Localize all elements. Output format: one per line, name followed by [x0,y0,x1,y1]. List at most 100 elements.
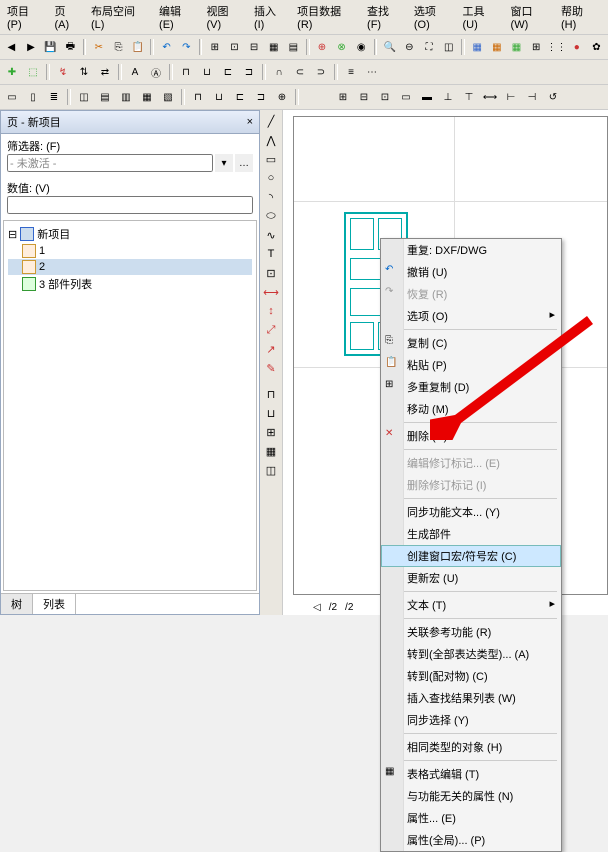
tb-snap-icon[interactable]: ⊞ [527,37,546,57]
tab-list[interactable]: 列表 [33,594,76,614]
tb3-j-icon[interactable]: ⊏ [230,87,250,107]
tree-root[interactable]: ⊟ 新项目 [8,225,252,243]
ctx-createwin[interactable]: 创建窗口宏/符号宏 (C) [381,545,561,567]
menu-view[interactable]: 视图 (V) [204,2,249,32]
vt-rect-icon[interactable]: ▭ [262,150,280,168]
vt-m3-icon[interactable]: ⊞ [262,423,280,441]
tb2-k-icon[interactable]: ∩ [269,62,289,82]
tb-b-icon[interactable]: ⊡ [225,37,244,57]
ctx-sameobj[interactable]: 相同类型的对象 (H) [381,736,561,758]
ctx-move[interactable]: 移动 (M) [381,398,561,420]
tb-k-icon[interactable]: ▦ [507,37,526,57]
ctx-dup[interactable]: ⊞多重复制 (D) [381,376,561,398]
menu-options[interactable]: 选项 (O) [411,2,458,32]
filter-opt-icon[interactable]: … [235,154,253,172]
ctx-options[interactable]: 选项 (O)▸ [381,305,561,327]
tb-n-icon[interactable]: ✿ [587,37,606,57]
tb3-f-icon[interactable]: ▦ [137,87,157,107]
tb2-a-icon[interactable]: ✚ [2,62,22,82]
vt-line-icon[interactable]: ╱ [262,112,280,130]
vt-dimr-icon[interactable]: ↗ [262,340,280,358]
menu-help[interactable]: 帮助 (H) [558,2,604,32]
tb2-j-icon[interactable]: ⊐ [239,62,259,82]
tb3-u-icon[interactable]: ⊢ [501,87,521,107]
tb-paste-icon[interactable]: 📋 [129,37,148,57]
tb-a-icon[interactable]: ⊞ [205,37,224,57]
ctx-genpart[interactable]: 生成部件 [381,523,561,545]
vt-m1-icon[interactable]: ⊓ [262,385,280,403]
ctx-paste[interactable]: 📋粘贴 (P) [381,354,561,376]
tb-j-icon[interactable]: ▦ [488,37,507,57]
tb3-c-icon[interactable]: ◫ [74,87,94,107]
tb3-i-icon[interactable]: ⊔ [209,87,229,107]
tb2-m-icon[interactable]: ⊃ [311,62,331,82]
ctx-syncfunc[interactable]: 同步功能文本... (Y) [381,501,561,523]
tb-l-icon[interactable]: ⋮⋮ [546,37,566,57]
tb-print-icon[interactable]: 🖶 [61,37,80,57]
vt-dimv-icon[interactable]: ↕ [262,302,280,320]
tb3-n-icon[interactable]: ⊟ [354,87,374,107]
menu-edit[interactable]: 编辑 (E) [156,2,201,32]
tb3-l-icon[interactable]: ⊕ [272,87,292,107]
tb3-h-icon[interactable]: ⊓ [188,87,208,107]
filter-input[interactable] [7,154,213,172]
tb-g-icon[interactable]: ⊗ [332,37,351,57]
tb2-b-icon[interactable]: ⬚ [23,62,43,82]
tb-c-icon[interactable]: ⊟ [245,37,264,57]
ctx-syncsel[interactable]: 同步选择 (Y) [381,709,561,731]
tb-copy-icon[interactable]: ⎘ [109,37,128,57]
tb-zoom-fit-icon[interactable]: ⛶ [420,37,439,57]
tb-undo-icon[interactable]: ↶ [157,37,176,57]
menu-projdata[interactable]: 项目数据 (R) [294,2,362,32]
menu-project[interactable]: 项目 (P) [4,2,49,32]
vt-spline-icon[interactable]: ∿ [262,226,280,244]
page-tab-prev[interactable]: ◁ [313,602,321,613]
menu-find[interactable]: 查找 (F) [364,2,409,32]
tb2-f-icon[interactable]: Ⓐ [146,62,166,82]
menu-insert[interactable]: 插入 (I) [251,2,292,32]
tb-zoom-in-icon[interactable]: 🔍 [380,37,399,57]
tb-m-icon[interactable]: ● [567,37,586,57]
tb3-m-icon[interactable]: ⊞ [333,87,353,107]
vt-polyline-icon[interactable]: ⋀ [262,131,280,149]
tb3-list-icon[interactable]: ≣ [44,87,64,107]
menu-tools[interactable]: 工具 (U) [460,2,506,32]
ctx-insres[interactable]: 插入查找结果列表 (W) [381,687,561,709]
tb3-q-icon[interactable]: ▬ [417,87,437,107]
vt-note-icon[interactable]: ✎ [262,359,280,377]
tb2-h-icon[interactable]: ⊔ [197,62,217,82]
tb2-n-icon[interactable]: ≡ [341,62,361,82]
vt-arc-icon[interactable]: ◝ [262,188,280,206]
tb-zoom-out-icon[interactable]: ⊖ [400,37,419,57]
ctx-copy[interactable]: ⎘复制 (C) [381,332,561,354]
tree-item[interactable]: 1 [8,243,252,259]
filter-dropdown-icon[interactable]: ▾ [215,154,233,172]
ctx-conv1[interactable]: 转到(全部表达类型)... (A) [381,643,561,665]
menu-window[interactable]: 窗口 (W) [508,2,556,32]
vt-circle-icon[interactable]: ○ [262,169,280,187]
tb2-i-icon[interactable]: ⊏ [218,62,238,82]
panel-close-icon[interactable]: × [247,116,253,128]
tb-grid-icon[interactable]: ▦ [468,37,487,57]
ctx-tblstyle[interactable]: ▦表格式编辑 (T) [381,763,561,785]
ctx-updmacro[interactable]: 更新宏 (U) [381,567,561,589]
page-tree[interactable]: ⊟ 新项目 1 2 3 部件列表 [3,220,257,591]
vt-dima-icon[interactable]: ⤢ [262,321,280,339]
tb-e-icon[interactable]: ▤ [284,37,303,57]
tb2-d-icon[interactable]: ⇅ [74,62,94,82]
vt-text-icon[interactable]: T [262,245,280,263]
tb3-r-icon[interactable]: ⊥ [438,87,458,107]
ctx-reset[interactable]: 重复: DXF/DWG [381,239,561,261]
vt-dim-icon[interactable]: ⟷ [262,283,280,301]
vt-m4-icon[interactable]: ▦ [262,442,280,460]
tree-item[interactable]: 2 [8,259,252,275]
ctx-prop[interactable]: 属性... (E) [381,807,561,829]
tb3-k-icon[interactable]: ⊐ [251,87,271,107]
ctx-text[interactable]: 文本 (T)▸ [381,594,561,616]
tb3-d-icon[interactable]: ▤ [95,87,115,107]
menu-page[interactable]: 页 (A) [51,2,86,32]
tb-next-icon[interactable]: ▶ [22,37,41,57]
tb3-w-icon[interactable]: ↺ [543,87,563,107]
tb-d-icon[interactable]: ▦ [264,37,283,57]
tb-prev-icon[interactable]: ◀ [2,37,21,57]
